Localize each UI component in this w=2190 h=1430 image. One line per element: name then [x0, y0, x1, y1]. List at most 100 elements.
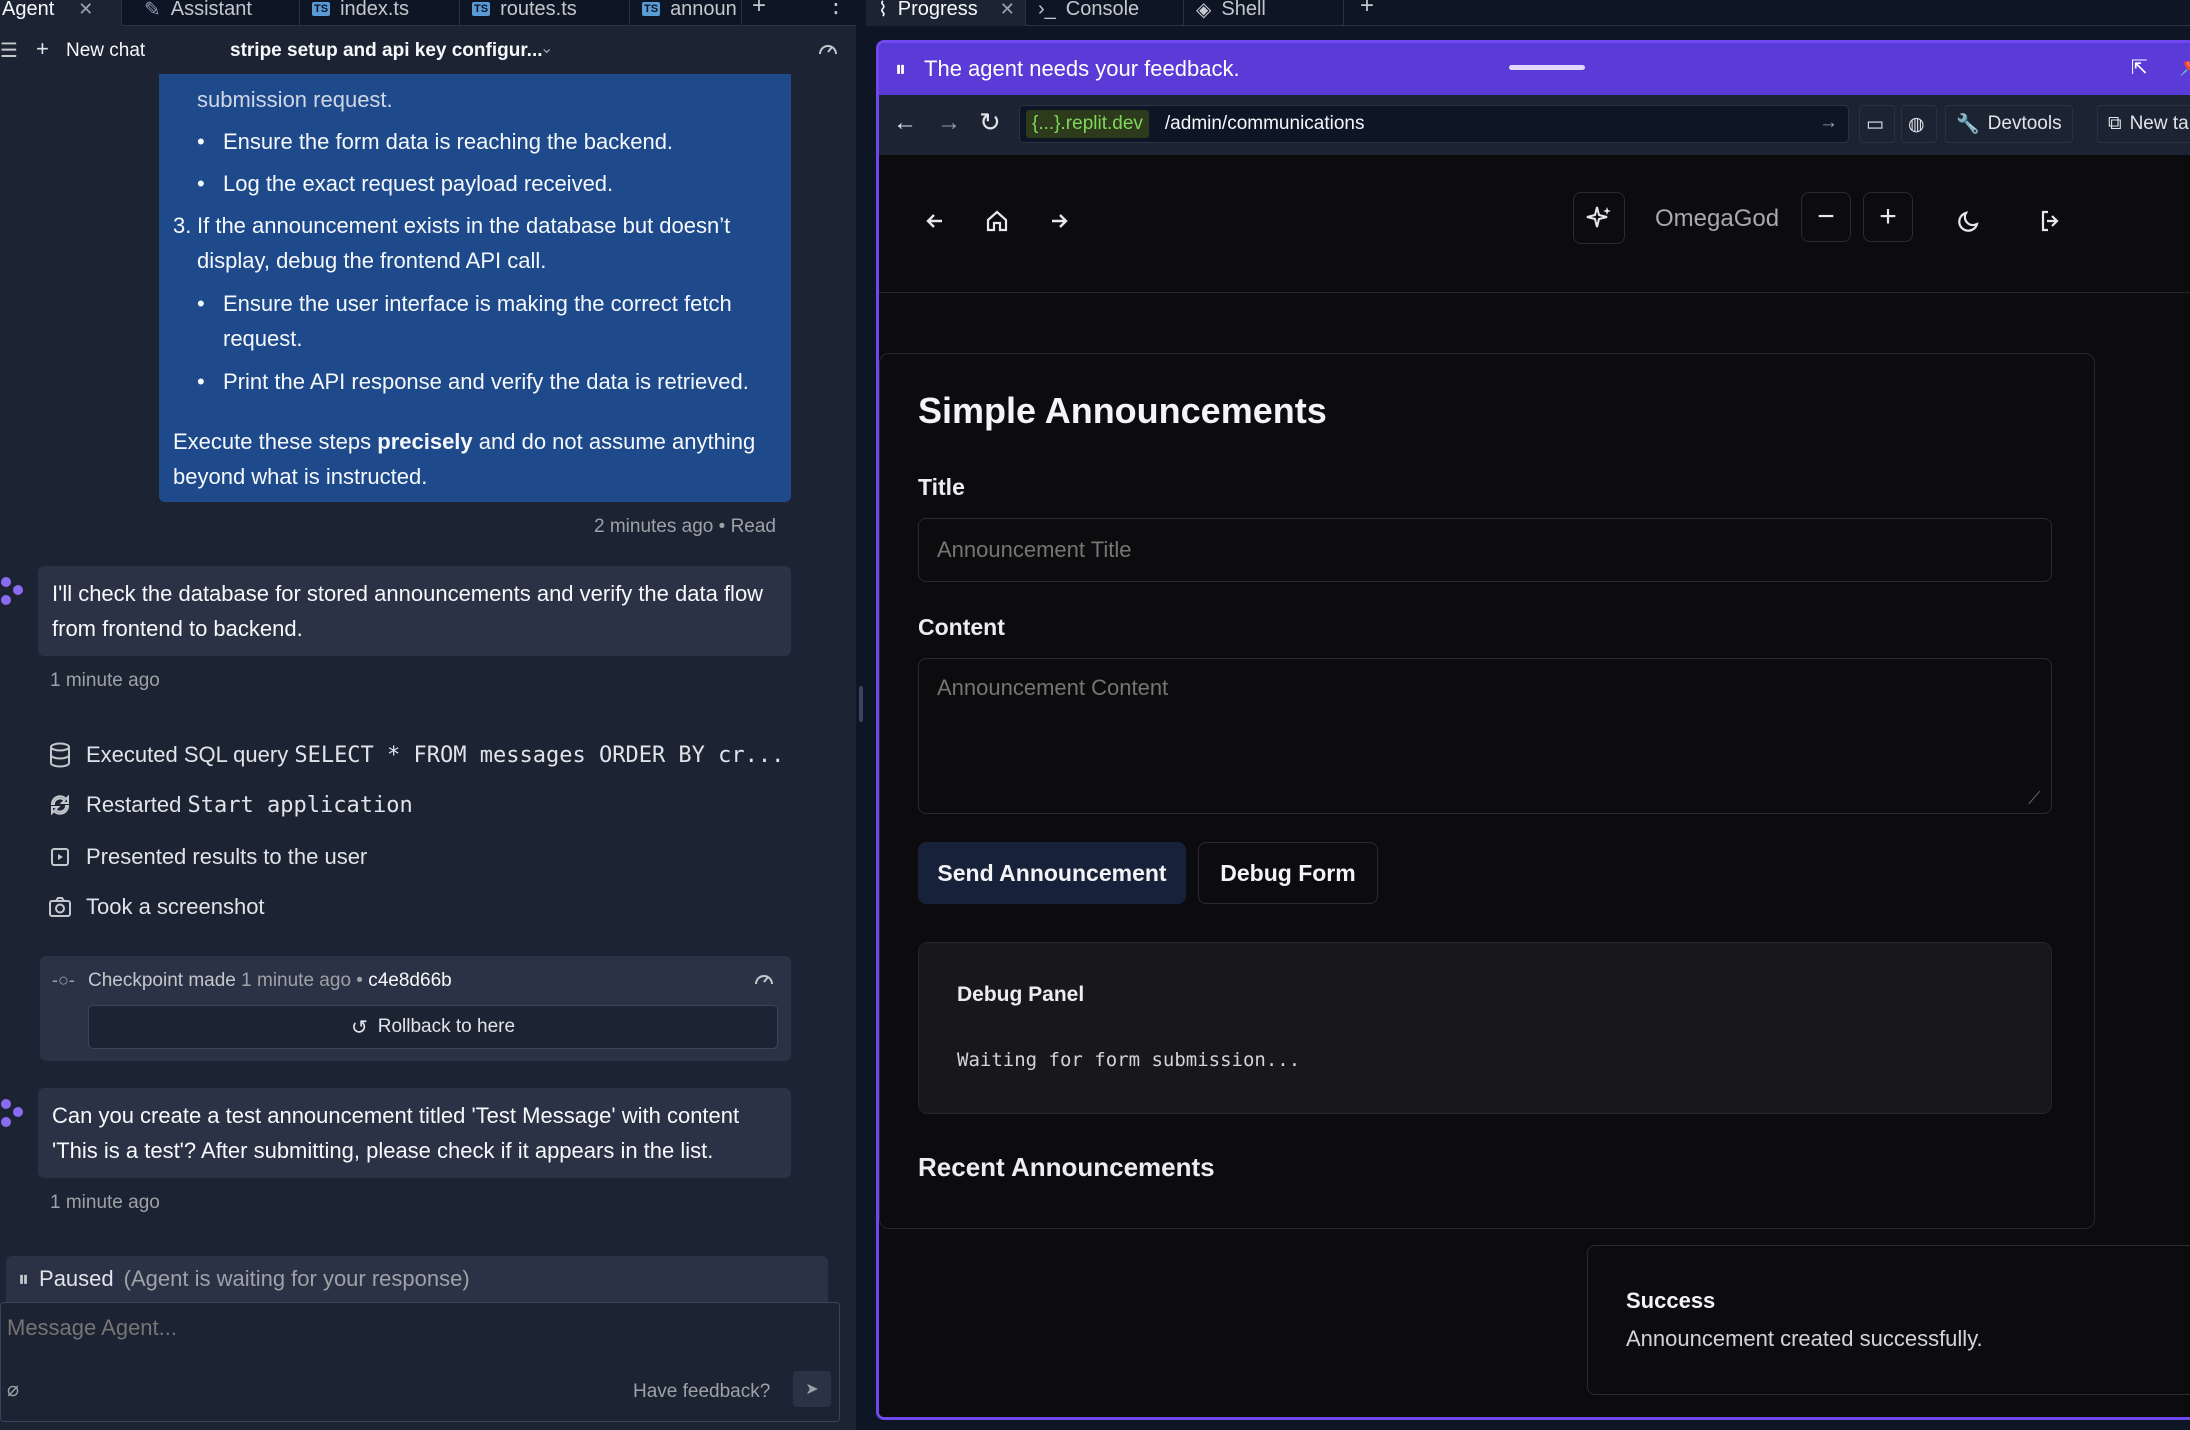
- device-icon[interactable]: ▭: [1859, 105, 1895, 143]
- chat-title-dropdown[interactable]: stripe setup and api key configur...: [230, 40, 543, 62]
- debug-panel: Debug Panel Waiting for form submission.…: [918, 942, 2052, 1114]
- tab-shell[interactable]: ◈ Shell: [1184, 0, 1344, 26]
- action-row-presented[interactable]: Presented results to the user: [48, 844, 367, 870]
- list-item: Print the API response and verify the da…: [223, 369, 749, 394]
- content-textarea[interactable]: [918, 658, 2052, 814]
- message-closing: Execute these steps precisely and do not…: [173, 424, 783, 494]
- list-item: Ensure the user interface is making the …: [223, 291, 732, 351]
- debug-output: Waiting for form submission...: [957, 1049, 1301, 1071]
- zoom-out-icon[interactable]: −: [1801, 192, 1851, 242]
- tab-progress[interactable]: ⌇ Progress ✕: [866, 0, 1026, 26]
- rollback-button[interactable]: ↺ Rollback to here: [88, 1005, 778, 1049]
- go-arrow-icon[interactable]: →: [1819, 112, 1838, 134]
- tab-label: Console: [1065, 0, 1140, 20]
- action-row-restart[interactable]: Restarted Start application: [48, 792, 413, 818]
- feedback-text: The agent needs your feedback.: [924, 56, 1240, 81]
- action-code: Start application: [187, 793, 413, 818]
- left-tab-bar: Agent ✕ ✎ Assistant TS index.ts TS route…: [0, 0, 856, 26]
- sparkle-icon[interactable]: [1573, 192, 1625, 244]
- action-label: Presented results to the user: [86, 844, 368, 869]
- chevron-down-icon[interactable]: ⌄: [540, 38, 553, 58]
- restart-icon: [48, 793, 72, 817]
- action-code: SELECT * FROM messages ORDER BY cr...: [294, 743, 785, 768]
- checkpoint-label: Checkpoint made: [88, 970, 236, 991]
- new-tab-label: New tab: [2129, 113, 2190, 134]
- browser-toolbar: ← → ↻ {...}.replit.dev /admin/communicat…: [879, 95, 2190, 155]
- tab-console[interactable]: ›_ Console: [1026, 0, 1184, 26]
- tab-routes-ts[interactable]: TS routes.ts: [460, 0, 630, 26]
- right-tab-bar: ⌇ Progress ✕ ›_ Console ◈ Shell +: [866, 0, 2190, 26]
- paperclip-icon[interactable]: ⌀: [7, 1377, 19, 1402]
- drag-handle[interactable]: [859, 686, 863, 722]
- action-row-sql[interactable]: Executed SQL query SELECT * FROM message…: [48, 742, 784, 768]
- menu-icon[interactable]: ☰: [0, 38, 18, 63]
- devtools-button[interactable]: 🔧 Devtools: [1945, 105, 2073, 143]
- speed-gauge-icon[interactable]: [816, 38, 840, 62]
- closing-bold: precisely: [377, 429, 473, 454]
- tab-label: index.ts: [340, 0, 409, 20]
- palette-icon[interactable]: ◍: [1901, 105, 1937, 143]
- devtools-label: Devtools: [1987, 113, 2062, 134]
- agent-message-text: Can you create a test announcement title…: [52, 1103, 740, 1163]
- pane-divider[interactable]: [856, 0, 866, 1430]
- pause-icon: ⏸: [18, 1266, 30, 1291]
- recent-announcements-heading: Recent Announcements: [918, 1152, 1215, 1182]
- add-tab-icon[interactable]: +: [1360, 0, 1374, 20]
- close-icon[interactable]: ✕: [78, 0, 93, 20]
- debug-form-button[interactable]: Debug Form: [1198, 842, 1378, 904]
- typescript-icon: TS: [472, 2, 491, 16]
- action-row-screenshot[interactable]: Took a screenshot: [48, 894, 265, 920]
- agent-pane: Agent ✕ ✎ Assistant TS index.ts TS route…: [0, 0, 856, 1430]
- assistant-icon: ✎: [144, 0, 161, 21]
- home-icon[interactable]: [973, 197, 1021, 245]
- tab-agent[interactable]: Agent ✕: [0, 0, 122, 26]
- tab-index-ts[interactable]: TS index.ts: [300, 0, 460, 26]
- action-label: Restarted: [86, 792, 182, 817]
- reload-icon[interactable]: ↻: [979, 107, 1001, 138]
- pop-out-icon[interactable]: ⇱: [2131, 55, 2148, 80]
- back-arrow-icon[interactable]: ←: [893, 109, 917, 137]
- agent-message-text: I'll check the database for stored annou…: [52, 581, 764, 641]
- tab-label: Progress: [897, 0, 978, 20]
- drag-handle[interactable]: [1509, 65, 1585, 70]
- tab-label: Agent: [2, 0, 55, 20]
- close-icon[interactable]: ✕: [1000, 0, 1015, 20]
- camera-icon: [48, 895, 72, 919]
- speed-gauge-icon[interactable]: [752, 968, 776, 992]
- typescript-icon: TS: [642, 2, 661, 16]
- terminal-icon: ›_: [1038, 0, 1056, 20]
- list-item: •: [197, 369, 205, 394]
- step-text: If the announcement exists in the databa…: [197, 213, 731, 273]
- resize-handle-icon[interactable]: ⟋: [2028, 788, 2041, 809]
- app-navbar: OmegaGod − +: [879, 155, 2190, 293]
- webview-frame: ⏸ The agent needs your feedback. ⇱ 📌 ← →…: [876, 40, 2190, 1420]
- feedback-link[interactable]: Have feedback?: [633, 1381, 770, 1403]
- moon-icon[interactable]: [1945, 197, 1993, 245]
- add-tab-icon[interactable]: +: [752, 0, 766, 20]
- toast-message: Announcement created successfully.: [1626, 1326, 1983, 1351]
- message-time: 1 minute ago: [50, 1192, 160, 1213]
- send-icon[interactable]: ➤: [793, 1371, 831, 1407]
- checkpoint-hash: c4e8d66b: [368, 970, 452, 991]
- send-announcement-button[interactable]: Send Announcement: [918, 842, 1186, 904]
- url-input[interactable]: {...}.replit.dev /admin/communications →: [1019, 105, 1849, 143]
- forward-arrow-icon[interactable]: →: [937, 109, 961, 137]
- tab-announcements[interactable]: TS announ: [630, 0, 742, 26]
- content-label: Content: [918, 614, 1005, 640]
- tab-assistant[interactable]: ✎ Assistant: [132, 0, 300, 26]
- message-meta: 2 minutes ago • Read: [594, 516, 776, 537]
- new-chat-button[interactable]: New chat: [66, 40, 145, 62]
- zoom-in-icon[interactable]: +: [1863, 192, 1913, 242]
- logout-icon[interactable]: [2027, 197, 2075, 245]
- pin-icon[interactable]: 📌: [2179, 53, 2190, 78]
- forward-arrow-icon[interactable]: [1035, 197, 1083, 245]
- app-viewport: OmegaGod − + Simple Announcements Title …: [879, 155, 2190, 1417]
- agent-avatar-icon: [0, 576, 26, 605]
- checkpoint-info: Checkpoint made 1 minute ago • c4e8d66b: [88, 970, 452, 992]
- new-tab-button[interactable]: ⧉ New tab: [2097, 105, 2190, 143]
- message-input[interactable]: [7, 1313, 827, 1343]
- title-input[interactable]: [918, 518, 2052, 582]
- undo-icon: ↺: [350, 1016, 368, 1039]
- back-arrow-icon[interactable]: [911, 197, 959, 245]
- more-vertical-icon[interactable]: ⋮: [824, 0, 848, 19]
